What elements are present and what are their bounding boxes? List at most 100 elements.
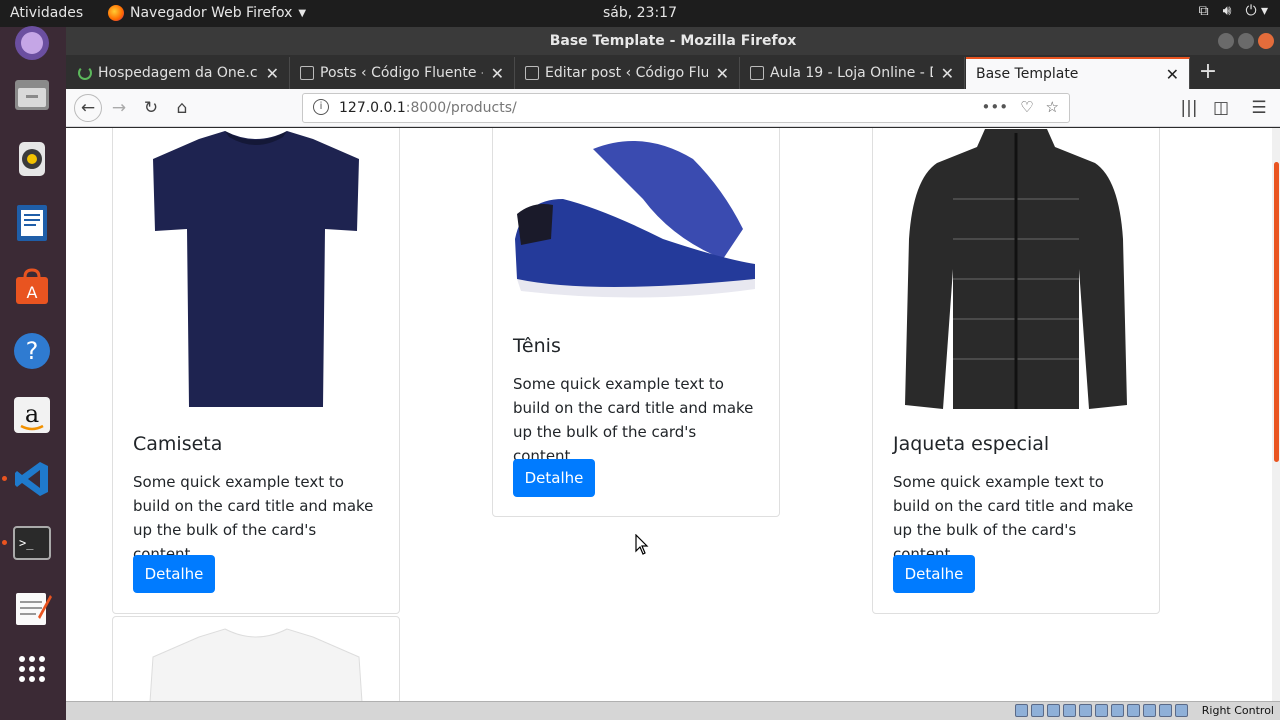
tab-label: Hospedagem da One.com <box>98 65 258 81</box>
show-apps-icon <box>19 656 45 682</box>
mouse-integration-icon[interactable] <box>1143 704 1156 717</box>
forward-button[interactable]: → <box>106 96 132 120</box>
detail-button[interactable]: Detalhe <box>513 459 595 497</box>
writer-icon <box>17 205 47 241</box>
back-button[interactable]: ← <box>74 94 102 122</box>
dock-item-help[interactable]: ? <box>10 329 54 373</box>
terminal-icon: >_ <box>13 526 51 560</box>
home-button[interactable]: ⌂ <box>169 96 195 120</box>
help-icon: ? <box>14 333 50 369</box>
system-tray[interactable]: ⧉ 🔊︎ ⏻ ▾ <box>1199 3 1268 19</box>
network-icon[interactable]: ⧉ <box>1199 3 1209 19</box>
display-icon[interactable] <box>1111 704 1124 717</box>
vm-device-icons <box>1015 704 1188 717</box>
dock-item-amazon[interactable]: a <box>10 393 54 437</box>
tab-label: Editar post ‹ Código Fluente <box>545 65 708 81</box>
video-capture-icon[interactable] <box>1127 704 1140 717</box>
close-icon[interactable]: ✕ <box>1166 65 1179 84</box>
dock-item-writer[interactable] <box>10 201 54 245</box>
usb-icon[interactable] <box>1079 704 1092 717</box>
page-scrollbar[interactable] <box>1272 128 1280 701</box>
menu-icon[interactable]: ☰ <box>1246 96 1272 120</box>
text-editor-icon <box>16 593 52 625</box>
jacket-image <box>905 129 1127 409</box>
product-card-jaqueta: Jaqueta especial Some quick example text… <box>872 128 1160 614</box>
svg-text:?: ? <box>26 337 39 365</box>
tab-aula-19[interactable]: Aula 19 - Loja Online - Django ✕ <box>740 57 965 89</box>
close-window-button[interactable] <box>1258 33 1274 49</box>
loading-icon <box>78 66 92 80</box>
firefox-icon <box>15 26 49 60</box>
system-top-bar: Atividades Navegador Web Firefox ▼ sáb, … <box>0 0 1280 27</box>
dock-item-text-editor[interactable] <box>10 585 54 629</box>
network-adapter-icon[interactable] <box>1063 704 1076 717</box>
close-icon[interactable]: ✕ <box>941 64 954 83</box>
white-tshirt-image <box>149 628 363 701</box>
activities-button[interactable]: Atividades <box>10 5 83 21</box>
reload-button[interactable]: ↻ <box>138 96 164 120</box>
vscode-icon <box>15 462 48 496</box>
svg-text:>_: >_ <box>19 536 34 550</box>
mouse-cursor-icon <box>635 534 649 555</box>
close-icon[interactable]: ✕ <box>491 64 504 83</box>
tab-base-template[interactable]: Base Template ✕ <box>966 57 1190 89</box>
scrollbar-thumb[interactable] <box>1274 162 1279 462</box>
running-indicator <box>2 476 7 481</box>
dock-item-firefox[interactable] <box>10 21 54 65</box>
close-icon[interactable]: ✕ <box>266 64 279 83</box>
url-path: :8000/products/ <box>405 100 517 116</box>
dock-item-files[interactable] <box>10 73 54 117</box>
dock-item-vscode[interactable] <box>10 457 54 501</box>
dock-item-rhythmbox[interactable] <box>10 137 54 181</box>
close-icon[interactable]: ✕ <box>716 64 729 83</box>
info-icon[interactable]: i <box>313 99 329 115</box>
card-text: Some quick example text to build on the … <box>133 473 374 563</box>
url-text[interactable]: 127.0.0.1:8000/products/ <box>339 100 517 116</box>
files-icon <box>15 80 49 110</box>
page-actions-icon[interactable]: ••• <box>982 98 1009 116</box>
hard-disk-icon[interactable] <box>1015 704 1028 717</box>
card-title: Tênis <box>513 335 561 357</box>
pocket-icon[interactable]: ♡ <box>1020 98 1033 116</box>
tab-posts[interactable]: Posts ‹ Código Fluente — ✕ <box>290 57 515 89</box>
library-icon[interactable]: ||| <box>1176 96 1202 120</box>
optical-drive-icon[interactable] <box>1031 704 1044 717</box>
window-title: Base Template - Mozilla Firefox <box>549 33 797 49</box>
sidebar-icon[interactable]: ◫ <box>1208 96 1234 120</box>
rhythmbox-icon <box>19 142 45 176</box>
new-tab-button[interactable]: + <box>1196 59 1220 84</box>
detail-button[interactable]: Detalhe <box>893 555 975 593</box>
dock-item-show-apps[interactable] <box>10 647 54 691</box>
cpu-icon[interactable] <box>1175 704 1188 717</box>
volume-icon[interactable]: 🔊︎ <box>1223 3 1232 19</box>
app-menu-label: Navegador Web Firefox <box>130 5 293 21</box>
vm-status-bar: Right Control <box>66 701 1280 720</box>
product-card-camiseta: Camiseta Some quick example text to buil… <box>112 128 400 614</box>
dock-item-software[interactable]: A <box>10 265 54 309</box>
card-title: Camiseta <box>133 433 223 455</box>
running-indicator <box>2 540 7 545</box>
tab-label: Posts ‹ Código Fluente — <box>320 65 483 81</box>
shared-folders-icon[interactable] <box>1095 704 1108 717</box>
tab-label: Base Template <box>976 66 1079 82</box>
dock-item-terminal[interactable]: >_ <box>10 521 54 565</box>
wordpress-icon <box>300 66 314 80</box>
detail-button[interactable]: Detalhe <box>133 555 215 593</box>
product-card-partial <box>112 616 400 701</box>
url-bar[interactable]: i 127.0.0.1:8000/products/ ••• ♡ ☆ <box>302 93 1070 123</box>
window-title-bar[interactable]: Base Template - Mozilla Firefox <box>66 27 1280 55</box>
app-menu[interactable]: Navegador Web Firefox ▼ <box>108 5 306 21</box>
bookmark-star-icon[interactable]: ☆ <box>1046 98 1059 116</box>
firefox-icon <box>108 5 124 21</box>
audio-icon[interactable] <box>1047 704 1060 717</box>
tab-editar-post[interactable]: Editar post ‹ Código Fluente ✕ <box>515 57 740 89</box>
maximize-button[interactable] <box>1238 33 1254 49</box>
software-center-icon: A <box>16 268 48 304</box>
tab-hospedagem[interactable]: Hospedagem da One.com ✕ <box>68 57 290 89</box>
minimize-button[interactable] <box>1218 33 1234 49</box>
clock[interactable]: sáb, 23:17 <box>603 5 677 21</box>
power-icon[interactable]: ⏻ ▾ <box>1245 3 1268 19</box>
amazon-icon: a <box>14 397 50 433</box>
keyboard-icon[interactable] <box>1159 704 1172 717</box>
svg-text:A: A <box>27 283 38 302</box>
